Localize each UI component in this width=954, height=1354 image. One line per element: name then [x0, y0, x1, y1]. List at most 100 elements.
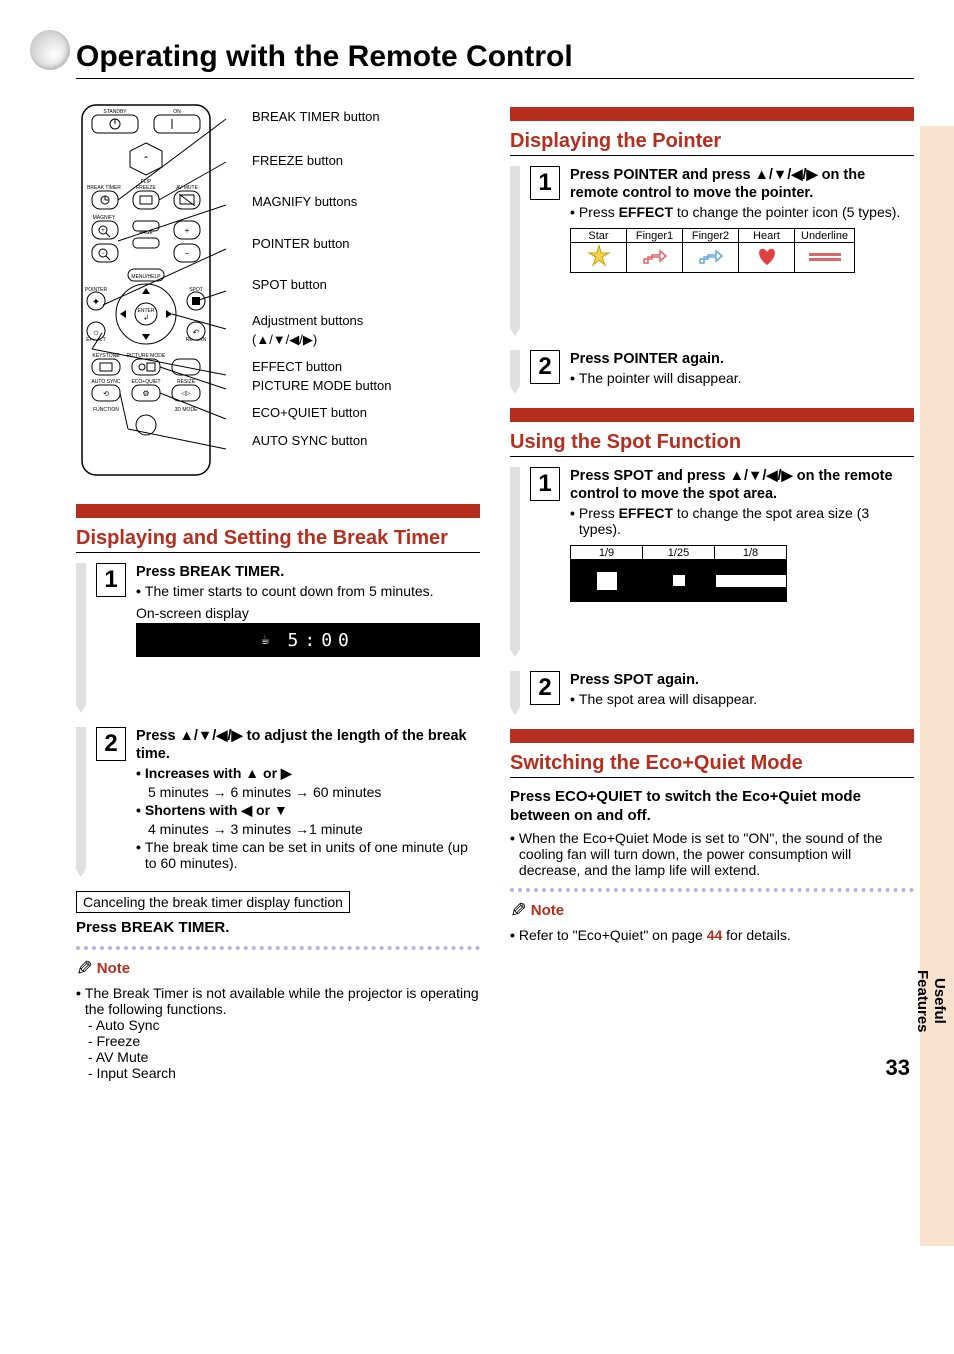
svg-text:MENU/HELP: MENU/HELP	[131, 274, 161, 280]
step-bullet: The timer starts to count down from 5 mi…	[136, 583, 480, 599]
remote-label: Adjustment buttons	[252, 313, 480, 329]
section-bar	[510, 107, 914, 121]
spot-step-2: 2 Press SPOT again. The spot area will d…	[510, 671, 914, 715]
pointer-step-2: 2 Press POINTER again. The pointer will …	[510, 350, 914, 394]
break-timer-step-1: 1 Press BREAK TIMER. The timer starts to…	[76, 563, 480, 713]
dotted-divider	[76, 946, 480, 950]
dotted-divider	[510, 888, 914, 892]
step-bullet: The spot area will disappear.	[570, 691, 914, 707]
section-bar	[510, 729, 914, 743]
eco-bullet: When the Eco+Quiet Mode is set to "ON", …	[510, 830, 914, 878]
svg-text:ECO+QUIET: ECO+QUIET	[131, 379, 160, 385]
svg-text:BREAK TIMER: BREAK TIMER	[87, 185, 121, 191]
break-timer-heading: Displaying and Setting the Break Timer	[76, 526, 480, 550]
pointer-heading: Displaying the Pointer	[510, 129, 914, 153]
svg-text:⟲: ⟲	[103, 391, 109, 398]
step-number: 1	[96, 563, 126, 597]
note-body: The Break Timer is not available while t…	[76, 985, 480, 1081]
section-bar	[510, 408, 914, 422]
step-sub-detail: 4 minutes → 3 minutes →1 minute	[148, 821, 480, 837]
svg-text:ON: ON	[173, 109, 181, 115]
svg-text:+: +	[185, 226, 190, 235]
svg-text:✦: ✦	[92, 297, 100, 308]
remote-diagram: STANDBY ON ⌃ FLIP BREAK TIMER	[76, 99, 480, 484]
svg-text:ENTER: ENTER	[138, 308, 155, 314]
pencil-icon: ✎	[510, 898, 527, 923]
break-timer-step-2: 2 Press ▲/▼/◀/▶ to adjust the length of …	[76, 727, 480, 877]
remote-control-illustration: STANDBY ON ⌃ FLIP BREAK TIMER	[76, 99, 246, 479]
pointer-types-table: Star Finger1 Finger2 Heart Underline	[570, 228, 855, 273]
cancel-press-line: Press BREAK TIMER.	[76, 919, 480, 936]
svg-text:−: −	[101, 251, 105, 257]
eco-heading: Switching the Eco+Quiet Mode	[510, 751, 914, 775]
step-sub: Increases with ▲ or ▶	[136, 765, 480, 782]
page-title: Operating with the Remote Control	[76, 40, 914, 74]
section-rule	[510, 155, 914, 156]
svg-text:PICTURE MODE: PICTURE MODE	[127, 353, 166, 359]
osd-display: ☕5:00	[136, 623, 480, 657]
svg-text:STANDBY: STANDBY	[103, 109, 127, 115]
note-heading: ✎ Note	[76, 956, 480, 981]
remote-label: MAGNIFY buttons	[252, 194, 480, 210]
svg-text:FREEZE: FREEZE	[136, 185, 156, 191]
pointer-finger1-icon	[627, 243, 683, 273]
remote-label: POINTER button	[252, 236, 480, 252]
eco-press-line: Press ECO+QUIET to switch the Eco+Quiet …	[510, 788, 914, 826]
step-number: 1	[530, 467, 560, 501]
svg-text:MAGNIFY: MAGNIFY	[93, 215, 116, 221]
svg-text:☼: ☼	[92, 327, 100, 337]
step-title: Press ▲/▼/◀/▶ to adjust the length of th…	[136, 727, 480, 763]
svg-text:⚙: ⚙	[142, 389, 149, 398]
step-number: 2	[96, 727, 126, 761]
pointer-finger2-icon	[683, 243, 739, 273]
svg-text:AUTO SYNC: AUTO SYNC	[91, 379, 120, 385]
title-rule	[76, 78, 914, 79]
step-bullet: The break time can be set in units of on…	[136, 839, 480, 871]
remote-label: EFFECT button	[252, 359, 480, 375]
remote-label: PICTURE MODE button	[252, 378, 480, 394]
step-bullet: Press EFFECT to change the pointer icon …	[570, 204, 914, 220]
pencil-icon: ✎	[76, 956, 93, 981]
section-rule	[510, 456, 914, 457]
step-bullet: The pointer will disappear.	[570, 370, 914, 386]
svg-text:+: +	[101, 228, 105, 234]
pointer-star-icon	[571, 243, 627, 273]
step-title: Press SPOT again.	[570, 671, 914, 689]
step-title: Press SPOT and press ▲/▼/◀/▶ on the remo…	[570, 467, 914, 503]
spot-heading: Using the Spot Function	[510, 430, 914, 454]
remote-label: SPOT button	[252, 277, 480, 293]
svg-text:↶: ↶	[193, 328, 200, 337]
step-title: Press POINTER and press ▲/▼/◀/▶ on the r…	[570, 166, 914, 202]
note-heading: ✎ Note	[510, 898, 914, 923]
step-title: Press POINTER again.	[570, 350, 914, 368]
cancel-box: Canceling the break timer display functi…	[76, 891, 350, 913]
svg-text:−: −	[185, 249, 190, 258]
remote-label: ECO+QUIET button	[252, 405, 480, 421]
svg-text:↲: ↲	[143, 314, 149, 322]
note-body: Refer to "Eco+Quiet" on page 44 for deta…	[510, 927, 914, 943]
svg-text:RESIZE: RESIZE	[177, 379, 196, 385]
svg-text:3D MODE: 3D MODE	[175, 407, 198, 413]
svg-text:FUNCTION: FUNCTION	[93, 407, 119, 413]
svg-text:⌃: ⌃	[143, 155, 150, 164]
section-rule	[510, 777, 914, 778]
pointer-heart-icon	[739, 243, 795, 273]
svg-text:◁▷: ◁▷	[181, 391, 191, 397]
remote-label: (▲/▼/◀/▶)	[252, 332, 480, 348]
section-bar	[76, 504, 480, 518]
step-sub-detail: 5 minutes → 6 minutes → 60 minutes	[148, 784, 480, 800]
step-title: Press BREAK TIMER.	[136, 563, 480, 581]
step-number: 2	[530, 671, 560, 705]
remote-label: BREAK TIMER button	[252, 109, 480, 125]
spot-sizes-table: 1/9 1/25 1/8	[570, 545, 787, 602]
step-number: 1	[530, 166, 560, 200]
spot-step-1: 1 Press SPOT and press ▲/▼/◀/▶ on the re…	[510, 467, 914, 657]
remote-label: FREEZE button	[252, 153, 480, 169]
section-rule	[76, 552, 480, 553]
pointer-underline-icon	[795, 243, 855, 273]
remote-label: AUTO SYNC button	[252, 433, 480, 449]
page-number: 33	[886, 1055, 910, 1081]
pointer-step-1: 1 Press POINTER and press ▲/▼/◀/▶ on the…	[510, 166, 914, 336]
corner-ornament	[30, 30, 70, 70]
step-sub: Shortens with ◀ or ▼	[136, 802, 480, 819]
